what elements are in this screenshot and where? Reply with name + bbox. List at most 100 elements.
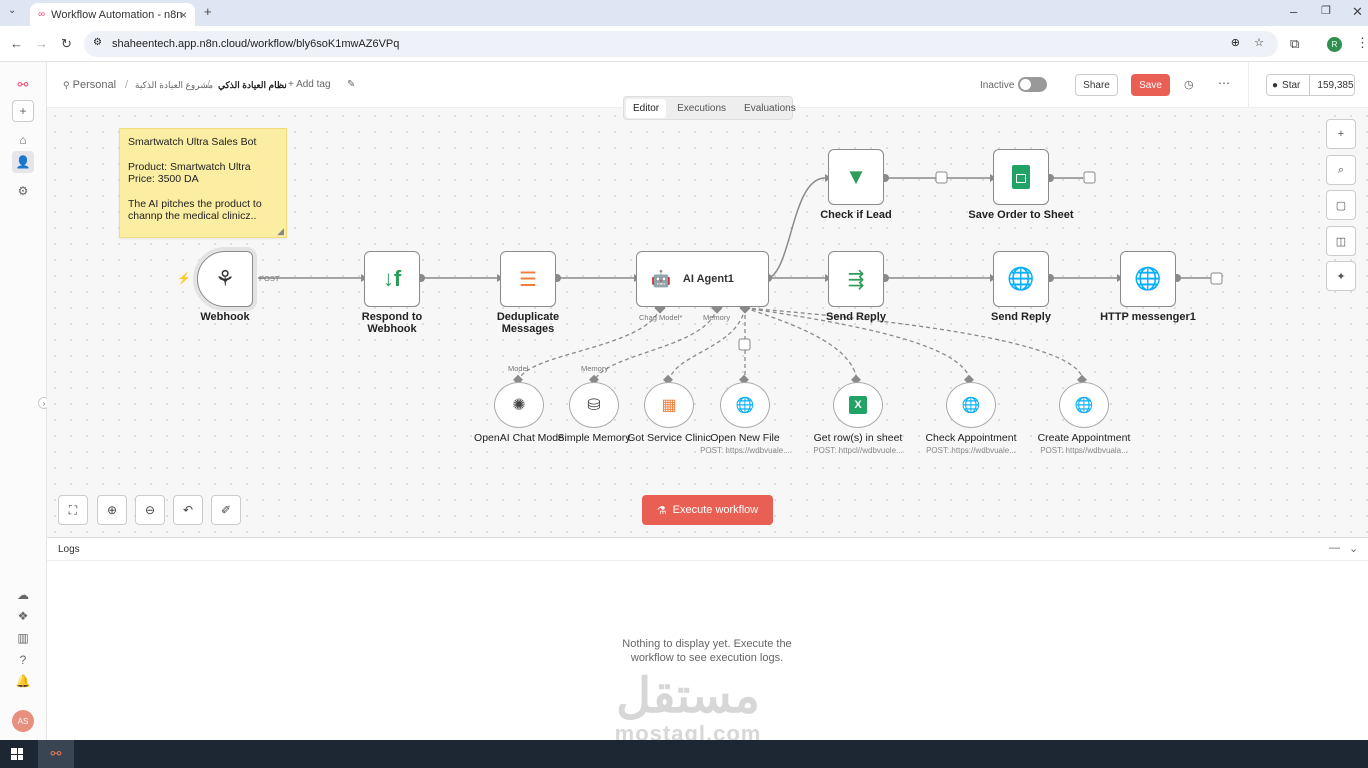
node-send-reply-http[interactable]: 🌐 xyxy=(993,251,1049,307)
node-openai-chat-model[interactable]: ✺ xyxy=(494,382,544,428)
bookmark-star-icon[interactable]: ☆ xyxy=(1254,36,1264,49)
ai-agent-label: AI Agent1 xyxy=(682,273,734,285)
node-check-appointment[interactable]: 🌐 xyxy=(946,382,996,428)
forward-icon[interactable]: → xyxy=(35,36,48,51)
watermark-arabic: مستقل xyxy=(616,670,760,723)
respond-arrow-icon: ↓f xyxy=(382,266,402,291)
node-ai-agent[interactable]: 🤖 AI Agent1 xyxy=(636,251,769,307)
github-star-button[interactable]: ● Star 159,385 xyxy=(1266,74,1355,96)
filter-icon: ▼ xyxy=(845,164,867,189)
logs-panel: Logs — ⌄ Nothing to display yet. Execute… xyxy=(47,537,1368,746)
add-tag-button[interactable]: + Add tag xyxy=(288,79,331,90)
node-send-reply-switch[interactable]: ⇶ xyxy=(828,251,884,307)
browser-tab-title: Workflow Automation - n8n xyxy=(51,8,183,21)
node-webhook[interactable]: ⚘ xyxy=(197,251,253,307)
node-http-messenger[interactable]: 🌐 xyxy=(1120,251,1176,307)
n8n-logo-icon[interactable]: ⚯ xyxy=(12,74,34,96)
globe-icon: 🌐 xyxy=(1007,266,1035,291)
add-node-icon[interactable]: + xyxy=(1326,119,1356,149)
insights-chart-icon[interactable]: ▥ xyxy=(12,627,34,649)
app-sidebar: ⚯ + ⌂ 👤 ⚙ › ☁ ❖ ▥ ? 🔔 AS xyxy=(0,62,50,740)
node-respond-to-webhook[interactable]: ↓f xyxy=(364,251,420,307)
globe-icon: 🌐 xyxy=(961,397,981,414)
browser-tab[interactable]: ∞ Workflow Automation - n8n × xyxy=(30,3,195,26)
search-icon[interactable]: ⌕ xyxy=(1326,155,1356,185)
create-icon[interactable]: + xyxy=(12,100,34,122)
execute-workflow-button[interactable]: ⚗ Execute workflow xyxy=(642,495,773,525)
node-deduplicate[interactable]: ☰ xyxy=(500,251,556,307)
sticky-footer: The AI pitches the product to channp the… xyxy=(128,197,262,223)
taskbar-n8n-app-icon[interactable]: ⚯ xyxy=(38,740,74,768)
check-appt-label: Check Appointment xyxy=(925,432,1017,444)
minimize-icon[interactable]: – xyxy=(1290,4,1297,19)
breadcrumb-personal-label: Personal xyxy=(72,79,117,91)
get-rows-label: Get row(s) in sheet xyxy=(813,432,903,444)
node-got-service-clinic[interactable]: ▦ xyxy=(644,382,694,428)
chevron-down-icon[interactable]: ⌄ xyxy=(1349,542,1358,555)
help-icon[interactable]: ? xyxy=(12,649,34,671)
url-input[interactable]: ⚙ shaheentech.app.n8n.cloud/workflow/bly… xyxy=(84,31,1278,57)
sticky-title: Smartwatch Ultra Sales Bot xyxy=(128,136,257,148)
logs-header: Logs — ⌄ xyxy=(47,538,1368,561)
fit-view-icon[interactable]: ⛶ xyxy=(58,495,88,525)
sticky-note[interactable]: Smartwatch Ultra Sales Bot Product: Smar… xyxy=(119,128,287,238)
node-send-reply-2-label: Send Reply xyxy=(991,311,1051,323)
breadcrumb-personal[interactable]: ⚲ Personal xyxy=(63,79,116,91)
node-deduplicate-label: Deduplicate Messages xyxy=(458,311,598,335)
windows-start-icon[interactable] xyxy=(11,748,23,760)
node-simple-memory[interactable]: ⛁ xyxy=(569,382,619,428)
workflow-name[interactable]: نظام العيادة الذكي xyxy=(218,80,287,91)
edit-description-icon[interactable]: ✎ xyxy=(347,79,355,90)
history-icon[interactable]: ◷ xyxy=(1184,78,1194,91)
excel-icon: X xyxy=(849,396,867,414)
tidy-up-icon[interactable]: ✐ xyxy=(211,495,241,525)
extensions-icon[interactable]: ⧉ xyxy=(1290,36,1299,52)
zoom-out-icon[interactable]: ⊖ xyxy=(135,495,165,525)
zoom-in-icon[interactable]: ⊕ xyxy=(97,495,127,525)
tab-close-icon[interactable]: × xyxy=(180,8,187,22)
node-open-new-file[interactable]: 🌐 xyxy=(720,382,770,428)
more-options-icon[interactable]: ⋯ xyxy=(1218,76,1230,90)
tab-list-icon[interactable]: ⌄ xyxy=(8,5,16,16)
github-star-count: 159,385 xyxy=(1317,79,1354,91)
notifications-bell-icon[interactable]: 🔔 xyxy=(12,670,34,692)
templates-icon[interactable]: ❖ xyxy=(12,605,34,627)
settings-gear-icon[interactable]: ⚙ xyxy=(12,180,34,202)
profile-avatar[interactable]: R xyxy=(1327,37,1342,52)
panel-toggle-icon[interactable]: ◫ xyxy=(1326,226,1356,256)
node-send-reply-1-label: Send Reply xyxy=(826,311,886,323)
window-close-icon[interactable]: ✕ xyxy=(1352,4,1363,20)
reload-icon[interactable]: ↻ xyxy=(61,36,72,52)
back-icon[interactable]: ← xyxy=(10,36,23,51)
ai-assistant-icon[interactable]: ✦ xyxy=(1326,261,1356,291)
connection-agent-checklead xyxy=(768,177,826,279)
node-get-rows[interactable]: X xyxy=(833,382,883,428)
agent-port-model: Chag Model* xyxy=(639,313,683,322)
node-save-order[interactable] xyxy=(993,149,1049,205)
breadcrumb-project[interactable]: مشروع العيادة الذكية xyxy=(135,80,213,91)
sticky-note-icon[interactable]: ▢ xyxy=(1326,190,1356,220)
node-check-if-lead[interactable]: ▼ xyxy=(828,149,884,205)
resize-handle-icon[interactable]: ◢ xyxy=(277,226,284,237)
active-status-label: Inactive xyxy=(980,80,1015,91)
zoom-icon[interactable]: ⊕ xyxy=(1231,36,1240,49)
chrome-menu-icon[interactable]: ⋮ xyxy=(1356,35,1368,51)
new-tab-icon[interactable]: + xyxy=(204,4,212,19)
site-info-icon[interactable]: ⚙ xyxy=(93,37,102,48)
workflow-canvas[interactable]: Editor Executions Evaluations Smartwatch… xyxy=(47,96,1368,537)
personal-icon[interactable]: 👤 xyxy=(12,151,34,173)
node-create-appointment[interactable]: 🌐 xyxy=(1059,382,1109,428)
respond-label-text: Respond to Webhook xyxy=(361,311,423,336)
share-button[interactable]: Share xyxy=(1075,74,1118,96)
save-button[interactable]: Save xyxy=(1131,74,1170,96)
undo-icon[interactable]: ↶ xyxy=(173,495,203,525)
active-toggle[interactable] xyxy=(1018,77,1047,92)
execute-workflow-label: Execute workflow xyxy=(672,504,759,516)
n8n-favicon-icon: ∞ xyxy=(38,9,46,20)
user-avatar[interactable]: AS xyxy=(12,710,34,732)
create-appt-note: POST: https//wdbvuala... xyxy=(1040,446,1128,455)
minimize-logs-icon[interactable]: — xyxy=(1329,542,1340,554)
restore-icon[interactable]: ❐ xyxy=(1321,4,1331,17)
home-icon[interactable]: ⌂ xyxy=(12,129,34,151)
cloud-icon[interactable]: ☁ xyxy=(12,584,34,606)
